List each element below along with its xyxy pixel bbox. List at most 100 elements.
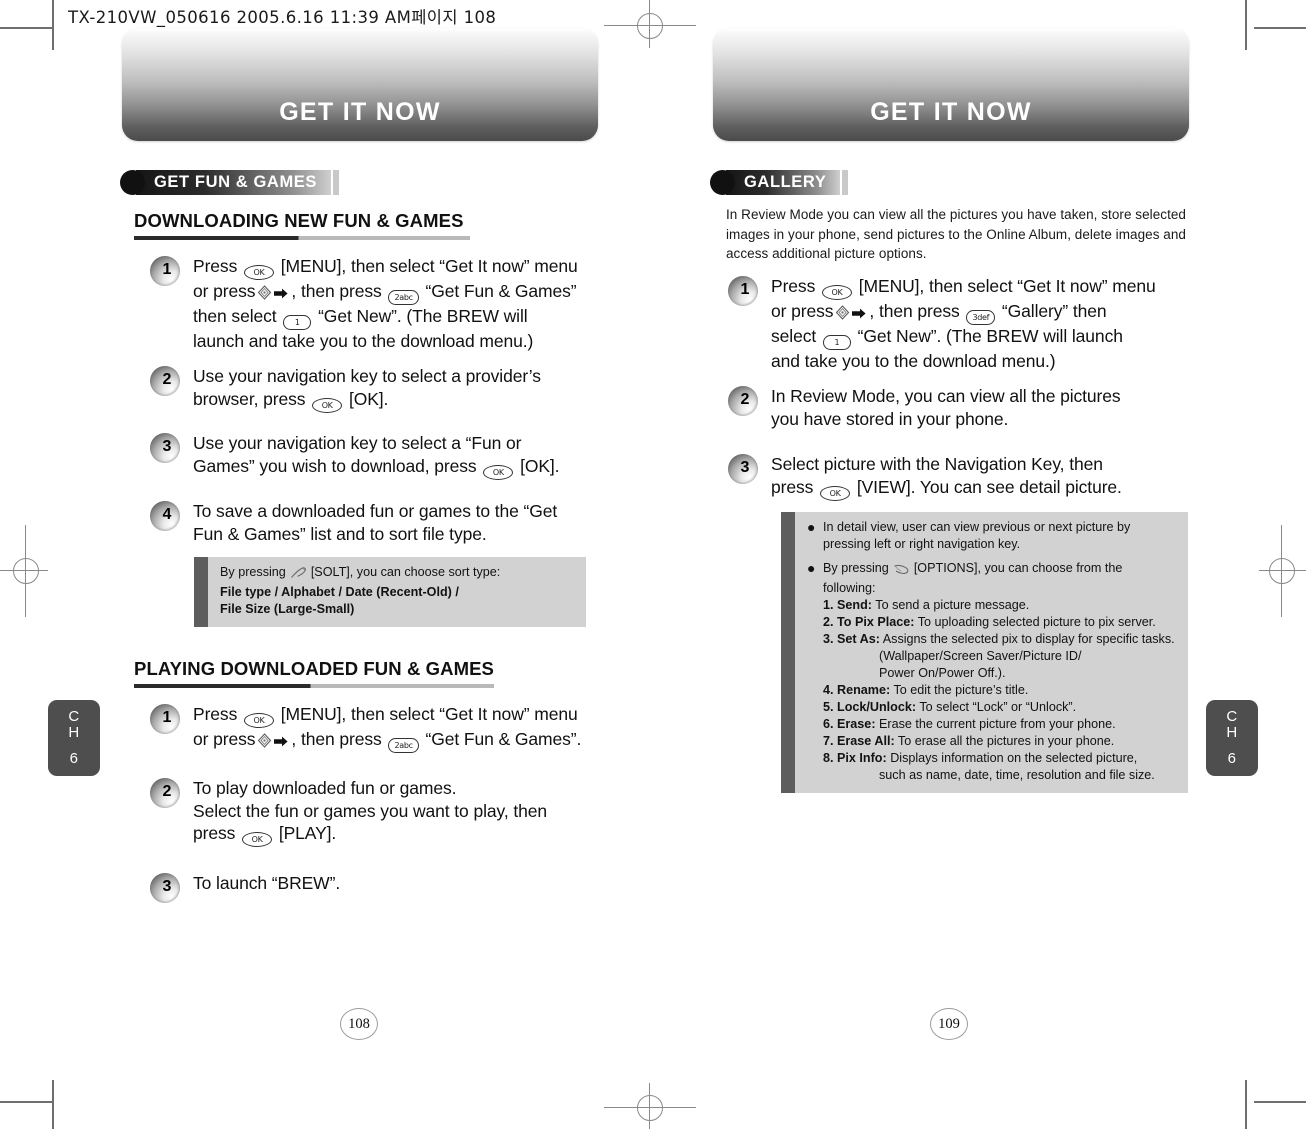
note-line: File Size (Large-Small) — [220, 601, 576, 618]
right-arrow-icon — [274, 282, 289, 305]
section-pill-get-fun-and-games: GET FUN & GAMES — [120, 170, 340, 195]
step-item: 3 Use your navigation key to select a “F… — [150, 432, 630, 480]
note-content: By pressing [SOLT], you can choose sort t… — [208, 557, 586, 627]
option-line: 8. Pix Info: Displays information on the… — [823, 750, 1178, 767]
step-text-fragment: In Review Mode, you can view all the pic… — [771, 386, 1121, 406]
note-text-fragment: [SOLT], you can choose sort type: — [310, 565, 501, 579]
step-text-fragment: Use your navigation key to select a “Fun… — [193, 433, 522, 453]
pill-bar: GET FUN & GAMES — [136, 170, 332, 195]
option-line: 6. Erase: Erase the current picture from… — [823, 716, 1178, 733]
step-text-fragment: then select — [193, 306, 277, 326]
step-text-fragment: browser, press — [193, 388, 306, 409]
option-line: 3. Set As: Assigns the selected pix to d… — [823, 631, 1178, 648]
step-number-badge: 3 — [150, 433, 180, 463]
subheading-playing: PLAYING DOWNLOADED FUN & GAMES — [134, 658, 494, 688]
step-text: Press OK [MENU], then select “Get It now… — [193, 255, 578, 353]
subheading-playing-text: PLAYING DOWNLOADED FUN & GAMES — [134, 658, 494, 679]
keypad-1-key-icon: 1 — [822, 335, 851, 350]
pill-tail — [842, 170, 849, 195]
page-number-right: 109 — [938, 1015, 960, 1032]
step-text: Use your navigation key to select a “Fun… — [193, 432, 560, 480]
step-number-badge: 3 — [728, 454, 758, 484]
step-text-fragment: [MENU], then select “Get It now” menu — [858, 276, 1156, 296]
note-text-fragment: pressing left or right navigation key. — [823, 537, 1021, 551]
subheading-rule — [134, 684, 494, 688]
step-text-fragment: , then press — [869, 301, 960, 321]
pill-dot-icon — [710, 170, 735, 195]
option-desc: To send a picture message. — [875, 598, 1030, 612]
chapter-tab-left: C H 6 — [48, 700, 100, 776]
note-bullet-text: By pressing [OPTIONS], you can choose fro… — [823, 560, 1178, 784]
step-text: Press OK [MENU], then select “Get It now… — [193, 703, 581, 753]
soft-key-icon — [290, 567, 307, 584]
navigation-key-icon — [257, 285, 272, 300]
step-text-fragment: To save a downloaded fun or games to the… — [193, 501, 558, 521]
step-text-fragment: [MENU], then select “Get It now” menu — [280, 704, 578, 724]
keypad-2-key-icon: 2abc — [388, 738, 419, 753]
chapter-tab-letter: C — [1226, 708, 1238, 725]
ok-key-icon: OK — [312, 397, 343, 413]
step-text-fragment: press — [771, 476, 814, 497]
subheading-downloading-text: DOWNLOADING NEW FUN & GAMES — [134, 210, 464, 231]
step-text: Select picture with the Navigation Key, … — [771, 453, 1122, 501]
step-text: To launch “BREW”. — [193, 872, 340, 895]
step-text-fragment: [MENU], then select “Get It now” menu — [280, 256, 578, 276]
step-number-badge: 4 — [150, 501, 180, 531]
step-item: 3 Select picture with the Navigation Key… — [728, 453, 1208, 501]
right-arrow-icon — [274, 730, 289, 753]
step-text-fragment: Select the fun or games you want to play… — [193, 800, 548, 821]
step-text-fragment: select — [771, 326, 817, 346]
section-label-left: GET FUN & GAMES — [154, 173, 318, 191]
section-pill-gallery: GALLERY — [710, 170, 849, 195]
step-text-fragment: you have stored in your phone. — [771, 408, 1009, 429]
step-text-fragment: Fun & Games” list and to sort file type. — [193, 523, 487, 544]
banner-title-right: GET IT NOW — [870, 98, 1032, 126]
step-text-fragment: Press — [771, 276, 816, 296]
step-number: 2 — [162, 371, 172, 388]
step-text-fragment: Press — [193, 256, 238, 276]
page-right: GET IT NOW GALLERY In Review Mode you ca… — [660, 0, 1260, 1129]
note-text-fragment: By pressing — [220, 565, 286, 579]
trim-line-bottom-right — [1254, 1101, 1306, 1103]
note-bullet-item: ● In detail view, user can view previous… — [807, 519, 1178, 553]
page-left: GET IT NOW GET FUN & GAMES DOWNLOADING N… — [40, 0, 640, 1129]
option-desc: To edit the picture’s title. — [893, 683, 1029, 697]
step-text-fragment: Select picture with the Navigation Key, … — [771, 454, 1103, 474]
subheading-downloading: DOWNLOADING NEW FUN & GAMES — [134, 210, 470, 240]
option-desc: To uploading selected picture to pix ser… — [917, 615, 1156, 629]
note-spacer — [807, 553, 1178, 560]
page-number-badge-right: 109 — [930, 1008, 968, 1040]
option-label: 3. Set As: — [823, 632, 880, 646]
step-number-badge: 1 — [150, 704, 180, 734]
step-text-fragment: “Get New”. (The BREW will launch — [857, 326, 1123, 346]
gallery-intro-paragraph: In Review Mode you can view all the pict… — [726, 207, 1186, 261]
chapter-tab-letter: H — [68, 724, 80, 741]
step-item: 1 Press OK [MENU], then select “Get It n… — [150, 255, 620, 353]
note-text-bold: File Size (Large-Small) — [220, 602, 355, 616]
step-number-badge: 1 — [150, 256, 180, 286]
soft-key-icon — [893, 563, 910, 580]
step-item: 2 In Review Mode, you can view all the p… — [728, 385, 1208, 430]
step-item: 4 To save a downloaded fun or games to t… — [150, 500, 630, 545]
note-bullet-text: In detail view, user can view previous o… — [823, 519, 1178, 553]
step-number-badge: 3 — [150, 873, 180, 903]
note-box-sort-type: By pressing [SOLT], you can choose sort t… — [194, 557, 586, 627]
step-number: 4 — [162, 506, 172, 523]
note-accent-bar — [781, 512, 795, 793]
step-item: 1 Press OK [MENU], then select “Get It n… — [728, 275, 1208, 373]
navigation-key-icon — [835, 305, 850, 320]
option-line: 1. Send: To send a picture message. — [823, 597, 1178, 614]
step-text-fragment: “Gallery” then — [1001, 301, 1107, 321]
step-number: 2 — [162, 783, 172, 800]
option-line: 7. Erase All: To erase all the pictures … — [823, 733, 1178, 750]
keypad-2-key-icon: 2abc — [388, 290, 419, 305]
registration-mark-left — [13, 558, 39, 584]
bullet-icon: ● — [807, 519, 816, 535]
option-desc: Displays information on the selected pic… — [890, 751, 1138, 765]
registration-mark-right — [1269, 558, 1295, 584]
pill-dot-icon — [120, 170, 145, 195]
step-text-fragment: “Get Fun & Games”. — [425, 729, 582, 749]
page-banner-left: GET IT NOW — [122, 28, 598, 141]
step-number-badge: 1 — [728, 276, 758, 306]
chapter-tab-letter: C — [68, 708, 80, 725]
